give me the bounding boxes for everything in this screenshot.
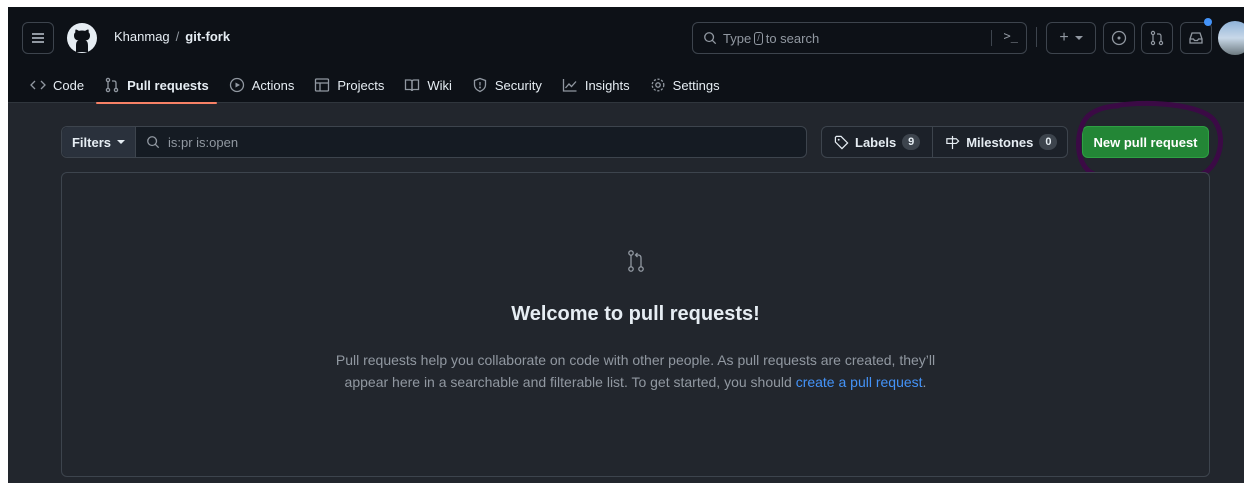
- labels-button-label: Labels: [855, 134, 897, 150]
- milestones-count-badge: 0: [1039, 134, 1058, 150]
- empty-state-title: Welcome to pull requests!: [511, 303, 760, 325]
- tab-projects-label: Projects: [337, 77, 385, 93]
- menu-button[interactable]: [22, 22, 54, 54]
- command-palette-icon[interactable]: >_: [1004, 29, 1018, 43]
- tab-code-label: Code: [53, 77, 85, 93]
- github-logo-icon[interactable]: [66, 22, 98, 54]
- tab-security[interactable]: Security: [464, 67, 550, 103]
- plus-icon: +: [1059, 29, 1069, 46]
- search-placeholder-suffix: to search: [765, 30, 820, 46]
- milestones-button[interactable]: Milestones 0: [932, 127, 1069, 157]
- tab-wiki[interactable]: Wiki: [396, 67, 460, 103]
- filters-button-label: Filters: [71, 134, 111, 150]
- tag-icon: [834, 135, 849, 149]
- app-window: Khanmag / git-fork Type / to search >_ +: [8, 7, 1244, 483]
- tab-pull-requests[interactable]: Pull requests: [96, 67, 217, 104]
- filter-search-input[interactable]: is:pr is:open: [136, 127, 806, 157]
- header-divider: [1036, 27, 1037, 47]
- tab-insights[interactable]: Insights: [554, 67, 638, 103]
- filter-bar: Filters is:pr is:open: [61, 126, 807, 158]
- empty-state-line-2-prefix: appear here in a searchable and filterab…: [344, 374, 796, 390]
- empty-state-line-2: appear here in a searchable and filterab…: [62, 371, 1209, 393]
- breadcrumb-separator: /: [175, 29, 180, 44]
- filter-query-text: is:pr is:open: [168, 134, 239, 150]
- empty-state-line-1: Pull requests help you collaborate on co…: [335, 352, 936, 368]
- git-pull-request-icon: [628, 250, 644, 272]
- repo-owner-link[interactable]: Khanmag: [114, 29, 170, 44]
- issues-button[interactable]: [1103, 22, 1135, 54]
- create-new-button[interactable]: +: [1046, 22, 1096, 54]
- global-search-input[interactable]: Type / to search >_: [692, 22, 1027, 54]
- gear-icon: [651, 78, 665, 92]
- labels-milestones-group: Labels 9 Milestones 0: [821, 126, 1068, 158]
- tab-actions-label: Actions: [251, 77, 295, 93]
- search-icon: [147, 136, 160, 149]
- table-icon: [315, 78, 330, 92]
- tab-code[interactable]: Code: [22, 67, 92, 103]
- empty-state-description: Pull requests help you collaborate on co…: [62, 349, 1209, 393]
- repo-nav: Code Pull requests Actions Projects Wiki…: [8, 67, 732, 104]
- tab-settings-label: Settings: [672, 77, 720, 93]
- global-topbar: Khanmag / git-fork Type / to search >_ +: [8, 7, 1244, 65]
- issue-opened-icon: [1111, 30, 1127, 46]
- git-pull-request-icon: [105, 77, 119, 93]
- empty-state-line-2-suffix: .: [922, 374, 927, 390]
- hamburger-icon: [32, 34, 44, 42]
- search-placeholder-prefix: Type: [723, 30, 752, 46]
- chevron-down-icon: [1074, 36, 1083, 40]
- tab-projects[interactable]: Projects: [306, 67, 392, 103]
- tab-actions[interactable]: Actions: [221, 67, 303, 103]
- create-pull-request-link[interactable]: create a pull request: [796, 374, 923, 390]
- tab-settings[interactable]: Settings: [642, 67, 728, 103]
- inbox-button[interactable]: [1180, 22, 1212, 54]
- code-icon: [30, 80, 46, 90]
- tab-pull-requests-label: Pull requests: [127, 77, 209, 93]
- repo-name-link[interactable]: git-fork: [185, 29, 230, 44]
- graph-icon: [562, 79, 577, 92]
- tab-insights-label: Insights: [584, 77, 630, 93]
- labels-count-badge: 9: [902, 134, 921, 150]
- empty-state-panel: Welcome to pull requests! Pull requests …: [61, 172, 1210, 477]
- search-icon: [704, 32, 717, 45]
- inbox-icon: [1189, 32, 1203, 44]
- tab-security-label: Security: [494, 77, 542, 93]
- pull-requests-button[interactable]: [1141, 22, 1173, 54]
- labels-button[interactable]: Labels 9: [822, 127, 932, 157]
- breadcrumb: Khanmag / git-fork: [114, 29, 230, 44]
- book-icon: [405, 79, 420, 92]
- milestone-icon: [946, 135, 960, 149]
- filters-button[interactable]: Filters: [62, 127, 136, 157]
- header: Khanmag / git-fork Type / to search >_ +: [8, 7, 1244, 104]
- chevron-down-icon: [117, 140, 125, 144]
- git-pull-request-icon: [1150, 30, 1164, 46]
- milestones-button-label: Milestones: [966, 134, 1034, 150]
- tab-wiki-label: Wiki: [427, 77, 452, 93]
- notification-indicator: [1204, 18, 1212, 26]
- search-shortcut-key: /: [754, 31, 763, 45]
- shield-icon: [473, 77, 487, 93]
- user-avatar[interactable]: [1218, 21, 1244, 55]
- play-circle-icon: [229, 77, 244, 93]
- search-divider: [991, 30, 992, 46]
